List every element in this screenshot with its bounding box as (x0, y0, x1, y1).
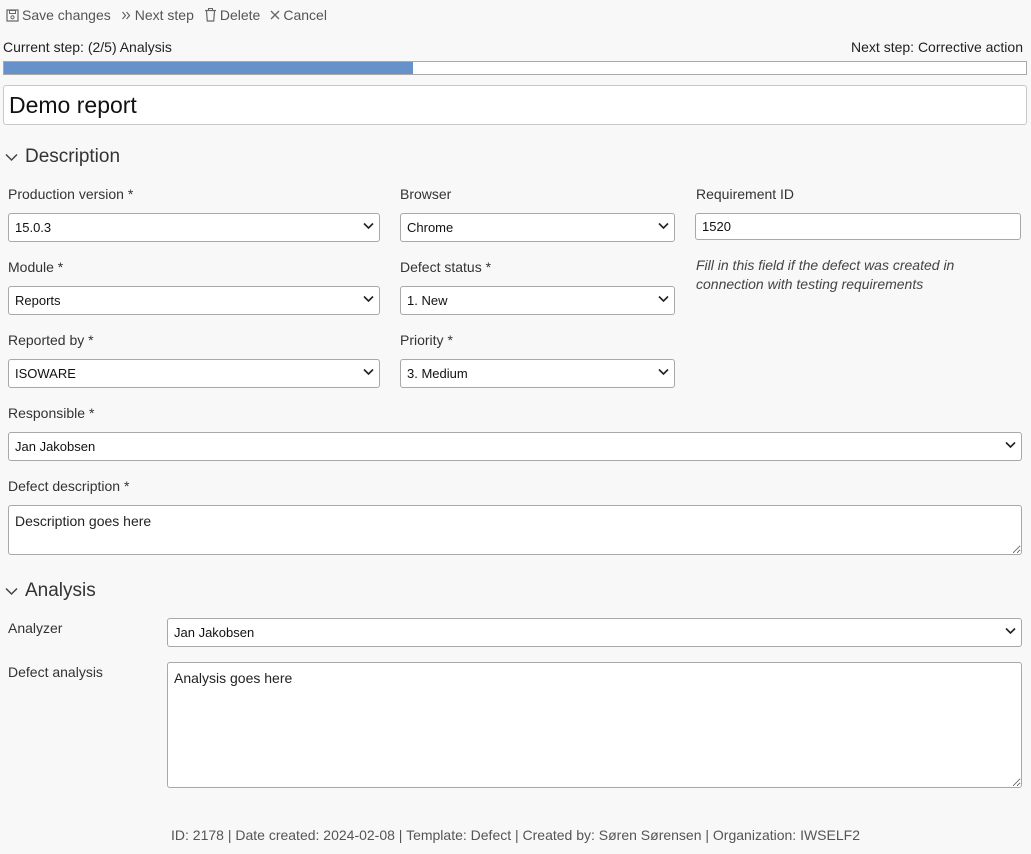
trash-icon (204, 8, 216, 22)
delete-button-label: Delete (219, 7, 261, 23)
save-icon (6, 8, 19, 22)
responsible-select-wrap: Jan Jakobsen (8, 432, 1022, 461)
requirement-id-input[interactable] (695, 213, 1021, 240)
toolbar: Save changes Next step Delete Cancel (6, 6, 337, 24)
defect-status-select-wrap: 1. New (400, 286, 675, 315)
responsible-label: Responsible * (8, 405, 95, 421)
step-progress-bar (3, 61, 1027, 75)
browser-label: Browser (400, 186, 452, 202)
next-step-button[interactable]: Next step (121, 7, 194, 23)
production-version-label: Production version * (8, 186, 134, 202)
save-button-label: Save changes (22, 7, 111, 23)
cancel-button-label: Cancel (283, 7, 327, 23)
chevron-down-icon (5, 587, 18, 595)
priority-label: Priority * (400, 332, 453, 348)
description-section-toggle[interactable]: Description (5, 146, 120, 168)
delete-button[interactable]: Delete (204, 7, 260, 23)
current-step: Current step: (2/5) Analysis (3, 39, 172, 55)
reported-by-select-wrap: ISOWARE (8, 359, 380, 388)
module-label: Module * (8, 259, 64, 275)
analysis-heading: Analysis (25, 580, 96, 601)
browser-select[interactable]: Chrome (400, 213, 675, 242)
step-progress-fill (4, 62, 413, 74)
reported-by-label: Reported by * (8, 332, 94, 348)
defect-analysis-label: Defect analysis (8, 664, 103, 680)
next-step: Next step: Corrective action (851, 39, 1023, 55)
analysis-section-toggle[interactable]: Analysis (5, 580, 96, 602)
browser-select-wrap: Chrome (400, 213, 675, 242)
defect-status-select[interactable]: 1. New (400, 286, 675, 315)
priority-select-wrap: 3. Medium (400, 359, 675, 388)
analyzer-select[interactable]: Jan Jakobsen (167, 618, 1022, 647)
defect-analysis-textarea[interactable]: Analysis goes here (167, 662, 1022, 788)
module-select-wrap: Reports (8, 286, 380, 315)
analyzer-label: Analyzer (8, 620, 63, 636)
reported-by-select[interactable]: ISOWARE (8, 359, 380, 388)
cancel-button[interactable]: Cancel (270, 7, 327, 23)
record-metadata-footer: ID: 2178 | Date created: 2024-02-08 | Te… (171, 827, 860, 843)
requirement-id-label: Requirement ID (696, 186, 795, 202)
description-heading: Description (25, 146, 121, 167)
analyzer-select-wrap: Jan Jakobsen (167, 618, 1022, 647)
double-chevron-right-icon (121, 11, 131, 19)
production-version-select[interactable]: 15.0.3 (8, 213, 380, 242)
defect-description-textarea[interactable]: Description goes here (8, 505, 1022, 555)
next-step-button-label: Next step (134, 7, 194, 23)
report-title-input[interactable] (3, 85, 1027, 125)
defect-status-label: Defect status * (400, 259, 492, 275)
responsible-select[interactable]: Jan Jakobsen (8, 432, 1022, 461)
save-button[interactable]: Save changes (6, 7, 111, 23)
defect-description-label: Defect description * (8, 478, 130, 494)
chevron-down-icon (5, 153, 18, 161)
close-icon (270, 10, 280, 20)
step-info: Current step: (2/5) Analysis Next step: … (3, 39, 1023, 55)
production-version-select-wrap: 15.0.3 (8, 213, 380, 242)
requirement-id-hint: Fill in this field if the defect was cre… (696, 257, 955, 292)
module-select[interactable]: Reports (8, 286, 380, 315)
priority-select[interactable]: 3. Medium (400, 359, 675, 388)
